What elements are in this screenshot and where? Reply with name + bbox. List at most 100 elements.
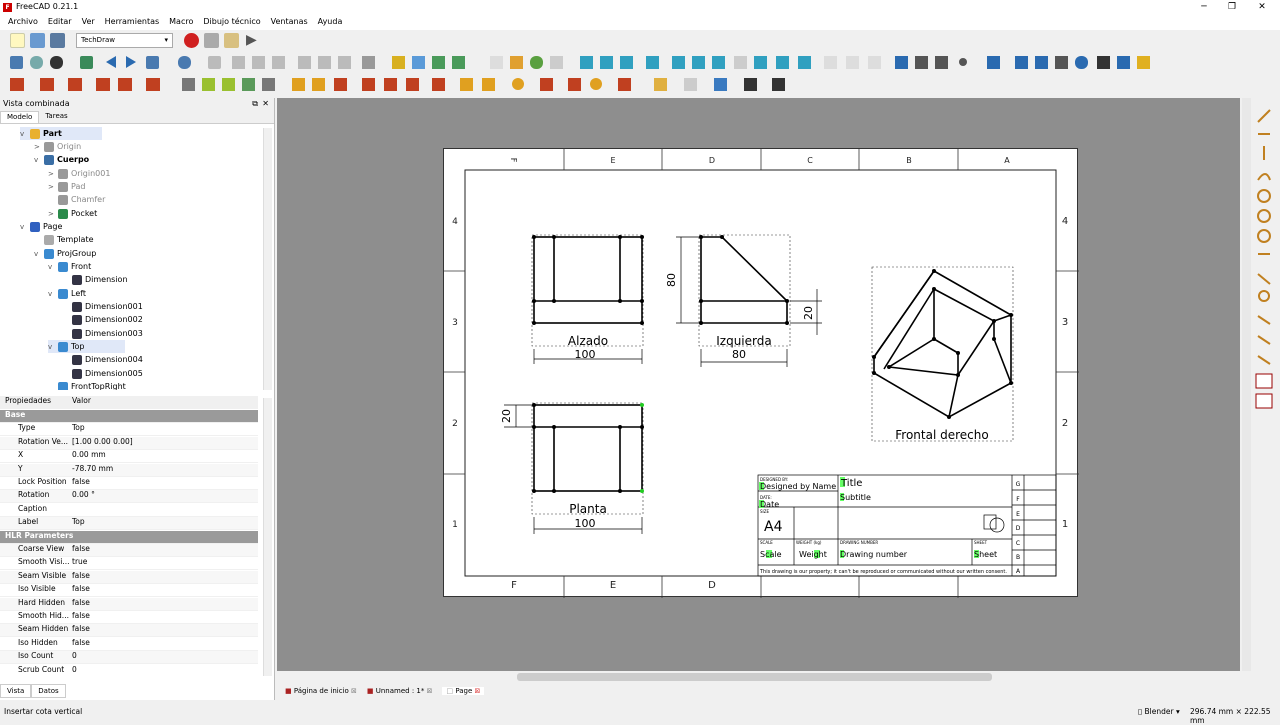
property-row[interactable]: X 0.00 mm <box>0 450 258 464</box>
tree-item[interactable]: v Top <box>48 340 125 353</box>
expand-arrow-icon[interactable]: > <box>48 183 58 191</box>
dimension-20-top[interactable]: 20 <box>500 409 513 423</box>
tree-item[interactable]: v Page <box>20 220 62 233</box>
property-row[interactable]: Type Top <box>0 423 258 437</box>
tb-date[interactable]: Date <box>760 500 779 509</box>
minimize-icon[interactable]: ─ <box>1194 1 1214 14</box>
run-macro-icon[interactable]: ▶ <box>246 33 261 48</box>
property-row[interactable]: Smooth Hid... false <box>0 611 258 624</box>
property-value[interactable]: 0 <box>70 651 258 663</box>
close-icon[interactable]: ✕ <box>1252 1 1272 14</box>
tree-item[interactable]: Dimension001 <box>62 300 143 313</box>
tab-close-icon[interactable]: ⊠ <box>427 687 433 695</box>
tb-designed-by[interactable]: Designed by Name <box>760 482 836 491</box>
expand-arrow-icon[interactable]: v <box>20 223 30 231</box>
tree-item[interactable]: Dimension002 <box>62 313 143 326</box>
tb-weight[interactable]: Weight <box>799 550 827 559</box>
tab-close-icon[interactable]: ⊠ <box>351 687 357 695</box>
tab-vista[interactable]: Vista <box>0 684 32 698</box>
view-front[interactable]: Alzado 100 <box>531 234 644 364</box>
props-scrollbar[interactable] <box>263 398 272 676</box>
view-top[interactable]: Planta 100 20 <box>500 402 644 534</box>
property-row[interactable]: Iso Hidden false <box>0 638 258 651</box>
property-value[interactable]: false <box>70 611 258 623</box>
edit-macro-icon[interactable] <box>224 33 239 48</box>
menu-ver[interactable]: Ver <box>77 15 100 28</box>
tree-item[interactable]: v Part <box>20 127 102 140</box>
expand-arrow-icon[interactable]: v <box>48 343 58 351</box>
tab-close-icon[interactable]: ⊠ <box>475 687 481 695</box>
new-file-icon[interactable] <box>10 33 25 48</box>
property-row[interactable]: Iso Count 0 <box>0 651 258 665</box>
property-value[interactable]: true <box>70 557 258 569</box>
tb-sheet[interactable]: Sheet <box>974 550 997 559</box>
property-row[interactable]: Y -78.70 mm <box>0 463 258 477</box>
tb-drawing-number[interactable]: Drawing number <box>840 550 908 559</box>
property-row[interactable]: Coarse View false <box>0 544 258 557</box>
tab-tareas[interactable]: Tareas <box>39 111 73 123</box>
record-macro-icon[interactable] <box>184 33 199 48</box>
tree-item[interactable]: > Origin001 <box>48 167 110 180</box>
tree-item[interactable]: v Cuerpo <box>34 153 89 166</box>
canvas-vscrollbar[interactable] <box>1242 98 1251 671</box>
property-row[interactable]: Lock Position false <box>0 477 258 490</box>
property-row[interactable]: Rotation 0.00 ° <box>0 490 258 504</box>
tree-item[interactable]: Template <box>34 233 94 246</box>
dimension-100-front[interactable]: 100 <box>575 348 596 361</box>
property-row[interactable]: Rotation Ve... [1.00 0.00 0.00] <box>0 436 258 450</box>
tb-title[interactable]: Title <box>840 478 862 489</box>
menu-archivo[interactable]: Archivo <box>3 15 43 28</box>
tree-item[interactable]: FrontTopRight <box>48 380 126 390</box>
property-group[interactable]: Base <box>0 410 258 423</box>
tree-item[interactable]: v Front <box>48 260 91 273</box>
property-row[interactable]: Seam Visible false <box>0 570 258 584</box>
doc-tab-start[interactable]: ■ Página de inicio ⊠ <box>285 687 357 695</box>
techdraw-page[interactable]: F E D C B A F E D 4 3 2 1 4 3 2 1 Alzado… <box>443 148 1079 598</box>
canvas-hscrollbar[interactable] <box>277 671 1240 683</box>
dimension-80-width[interactable]: 80 <box>732 348 746 361</box>
property-value[interactable]: false <box>70 638 258 650</box>
tree-item[interactable]: v ProjGroup <box>34 247 96 260</box>
dimension-20-left[interactable]: 20 <box>802 306 815 320</box>
expand-arrow-icon[interactable]: v <box>34 250 44 258</box>
hscroll-thumb[interactable] <box>517 673 992 681</box>
expand-arrow-icon[interactable]: v <box>48 263 58 271</box>
expand-arrow-icon[interactable]: > <box>48 210 58 218</box>
workbench-selector[interactable]: TechDraw ▾ <box>76 33 173 48</box>
property-value[interactable]: -78.70 mm <box>70 464 258 476</box>
expand-arrow-icon[interactable]: v <box>34 156 44 164</box>
tree-item[interactable]: Chamfer <box>48 193 105 206</box>
property-row[interactable]: Hard Hidden false <box>0 597 258 611</box>
tree-item[interactable]: v Left <box>48 287 86 300</box>
tree-item[interactable]: > Pocket <box>48 207 97 220</box>
dimension-80-height[interactable]: 80 <box>665 273 678 287</box>
property-value[interactable]: false <box>70 571 258 583</box>
property-row[interactable]: Caption <box>0 504 258 517</box>
menu-dibujo-tecnico[interactable]: Dibujo técnico <box>198 15 265 28</box>
doc-tab-unnamed[interactable]: ■ Unnamed : 1* ⊠ <box>367 687 433 695</box>
open-folder-icon[interactable] <box>30 33 45 48</box>
navigation-style[interactable]: ▯ Blender ▾ <box>1138 707 1180 716</box>
tree-item[interactable]: > Pad <box>48 180 85 193</box>
property-value[interactable]: [1.00 0.00 0.00] <box>70 437 258 449</box>
property-row[interactable]: Smooth Visi... true <box>0 557 258 571</box>
menu-macro[interactable]: Macro <box>164 15 198 28</box>
property-value[interactable]: 0.00 ° <box>70 490 258 502</box>
menu-herramientas[interactable]: Herramientas <box>100 15 165 28</box>
tree-item[interactable]: Dimension003 <box>62 327 143 340</box>
tab-datos[interactable]: Datos <box>31 684 66 698</box>
menu-editar[interactable]: Editar <box>43 15 77 28</box>
property-row[interactable]: Seam Hidden false <box>0 624 258 638</box>
property-row[interactable]: Label Top <box>0 517 258 531</box>
property-value[interactable]: false <box>70 598 258 610</box>
menu-ayuda[interactable]: Ayuda <box>313 15 348 28</box>
tree-scrollbar[interactable] <box>263 128 272 390</box>
undock-icon[interactable]: ⧉ <box>252 99 258 109</box>
property-value[interactable]: Top <box>70 517 258 529</box>
property-group[interactable]: HLR Parameters <box>0 530 258 544</box>
property-value[interactable]: false <box>70 477 258 489</box>
expand-arrow-icon[interactable]: v <box>48 290 58 298</box>
restore-icon[interactable]: ❐ <box>1222 1 1242 14</box>
property-value[interactable]: 0.00 mm <box>70 450 258 462</box>
property-row[interactable]: Scrub Count 0 <box>0 665 258 676</box>
